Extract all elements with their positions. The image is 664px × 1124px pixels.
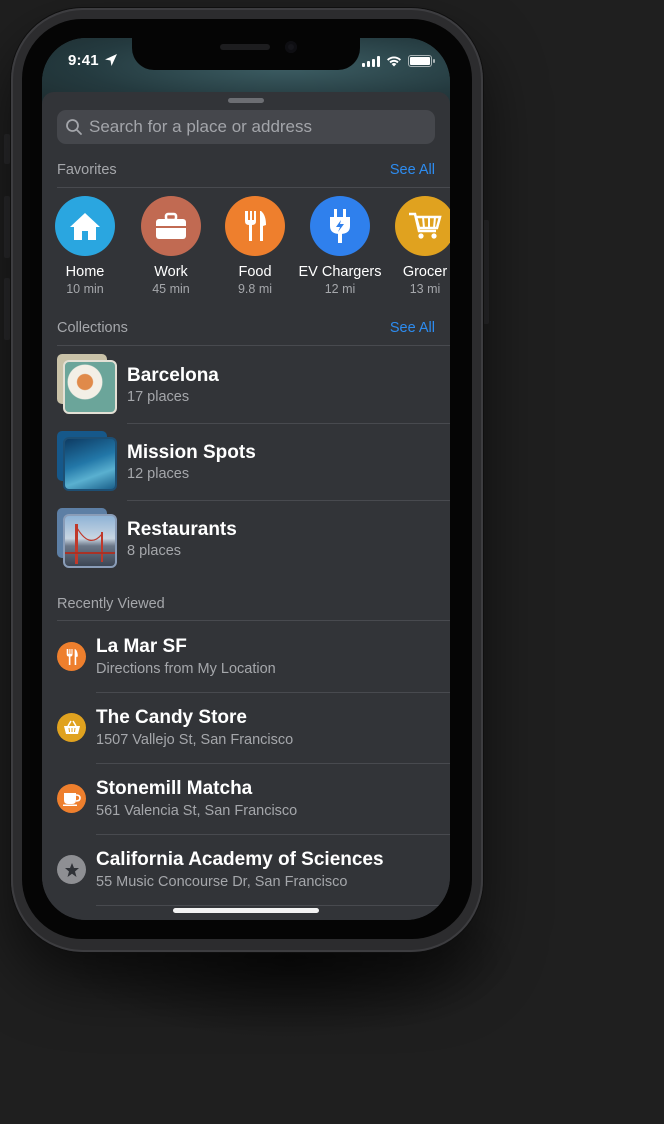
status-icons bbox=[362, 55, 435, 67]
favorite-label: EV Chargers bbox=[298, 264, 382, 280]
collection-item-barcelona[interactable]: Barcelona 17 places bbox=[57, 346, 450, 422]
recent-item-california-academy[interactable]: California Academy of Sciences 55 Music … bbox=[57, 834, 450, 905]
fork-knife-icon bbox=[225, 196, 285, 256]
cellular-signal-icon bbox=[362, 55, 380, 67]
mission-spots-photo bbox=[63, 437, 117, 491]
favorite-label: Grocer bbox=[402, 264, 448, 280]
phone-screen: 9:41 Favorites See All bbox=[42, 38, 450, 920]
collection-sub: 8 places bbox=[127, 543, 182, 559]
collection-sub: 12 places bbox=[127, 466, 190, 482]
collections-see-all-button[interactable]: See All bbox=[390, 320, 435, 336]
speaker-grill bbox=[220, 44, 270, 50]
search-icon bbox=[66, 119, 82, 135]
battery-icon bbox=[408, 55, 435, 67]
search-sheet: Favorites See All Home 10 min Work 45 mi… bbox=[42, 92, 450, 920]
favorites-title: Favorites bbox=[57, 162, 117, 178]
favorite-sub: 45 min bbox=[152, 282, 190, 296]
front-camera bbox=[285, 41, 297, 53]
recent-item-sub: 1507 Vallejo St, San Francisco bbox=[96, 732, 294, 748]
shopping-cart-icon bbox=[395, 196, 450, 256]
favorite-work[interactable]: Work 45 min bbox=[128, 196, 214, 296]
favorites-header: Favorites See All bbox=[57, 160, 435, 180]
recent-item-sub: Directions from My Location bbox=[96, 661, 276, 677]
collection-thumbnail bbox=[57, 431, 117, 491]
collection-title: Restaurants bbox=[127, 519, 237, 540]
basket-icon bbox=[57, 713, 86, 742]
wifi-icon bbox=[387, 56, 401, 67]
collection-thumbnail bbox=[57, 508, 117, 568]
notch bbox=[132, 38, 360, 70]
fork-knife-icon bbox=[57, 642, 86, 671]
recent-item-title: California Academy of Sciences bbox=[96, 849, 384, 870]
ev-plug-icon bbox=[310, 196, 370, 256]
favorite-label: Food bbox=[238, 264, 272, 280]
favorite-sub: 10 min bbox=[66, 282, 104, 296]
favorite-food[interactable]: Food 9.8 mi bbox=[212, 196, 298, 296]
mute-switch bbox=[4, 134, 10, 164]
divider bbox=[57, 187, 450, 188]
volume-down-button bbox=[4, 278, 10, 340]
collection-thumbnail bbox=[57, 354, 117, 414]
favorites-see-all-button[interactable]: See All bbox=[390, 162, 435, 178]
recent-item-title: The Candy Store bbox=[96, 707, 247, 728]
search-input[interactable] bbox=[89, 117, 435, 137]
favorite-sub: 9.8 mi bbox=[237, 282, 273, 296]
collection-title: Barcelona bbox=[127, 365, 219, 386]
home-indicator[interactable] bbox=[173, 908, 319, 913]
collection-title: Mission Spots bbox=[127, 442, 256, 463]
recent-item-sub: 561 Valencia St, San Francisco bbox=[96, 803, 298, 819]
recent-item-sub: 55 Music Concourse Dr, San Francisco bbox=[96, 874, 348, 890]
recent-item-stonemill-matcha[interactable]: Stonemill Matcha 561 Valencia St, San Fr… bbox=[57, 763, 450, 834]
divider bbox=[96, 905, 450, 906]
favorite-ev-chargers[interactable]: EV Chargers 12 mi bbox=[297, 196, 383, 296]
collection-item-mission-spots[interactable]: Mission Spots 12 places bbox=[57, 423, 450, 499]
recent-item-title: La Mar SF bbox=[96, 636, 187, 657]
location-arrow-icon bbox=[105, 54, 117, 66]
recent-item-candy-store[interactable]: The Candy Store 1507 Vallejo St, San Fra… bbox=[57, 692, 450, 763]
recent-title: Recently Viewed bbox=[57, 596, 165, 612]
favorite-sub: 13 mi bbox=[409, 282, 441, 296]
collection-item-restaurants[interactable]: Restaurants 8 places bbox=[57, 500, 450, 576]
collections-header: Collections See All bbox=[57, 318, 435, 338]
collections-title: Collections bbox=[57, 320, 128, 336]
favorite-home[interactable]: Home 10 min bbox=[42, 196, 128, 296]
favorite-grocery[interactable]: Grocer 13 mi bbox=[382, 196, 450, 296]
house-icon bbox=[55, 196, 115, 256]
coffee-cup-icon bbox=[57, 784, 86, 813]
search-bar[interactable] bbox=[57, 110, 435, 144]
star-icon bbox=[57, 855, 86, 884]
briefcase-icon bbox=[141, 196, 201, 256]
favorite-label: Home bbox=[65, 264, 105, 280]
barcelona-photo bbox=[63, 360, 117, 414]
volume-up-button bbox=[4, 196, 10, 258]
favorite-sub: 12 mi bbox=[324, 282, 356, 296]
recent-item-title: Stonemill Matcha bbox=[96, 778, 253, 799]
favorites-row: Home 10 min Work 45 min Food 9.8 mi EV C… bbox=[42, 196, 450, 306]
recent-header: Recently Viewed bbox=[57, 594, 435, 614]
side-button bbox=[483, 220, 489, 324]
collection-sub: 17 places bbox=[127, 389, 190, 405]
sheet-grabber[interactable] bbox=[228, 98, 264, 103]
recent-item-la-mar[interactable]: La Mar SF Directions from My Location bbox=[57, 621, 450, 692]
favorite-label: Work bbox=[154, 264, 188, 280]
golden-gate-photo bbox=[63, 514, 117, 568]
status-time: 9:41 bbox=[68, 52, 99, 69]
